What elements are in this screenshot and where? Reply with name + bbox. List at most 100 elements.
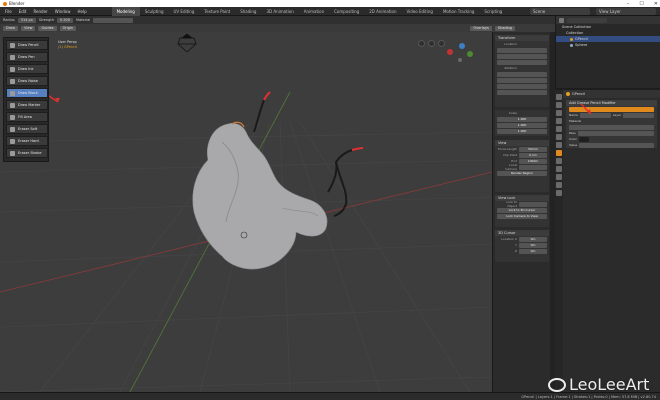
tool-fill-area[interactable]: Fill Area [6,112,48,122]
nav-gizmo[interactable] [447,43,473,62]
tab-compositing[interactable]: Compositing [329,7,364,16]
local-camera-field[interactable] [519,164,547,170]
tab-2d-animation[interactable]: 2D Animation [364,7,401,16]
viewport-overlay-text: User Persp (1) GPencil [58,40,77,50]
viewport-canvas[interactable] [0,32,492,392]
effects-properties-icon[interactable] [556,158,562,164]
modifier-properties-icon[interactable] [556,150,562,156]
focal-length-field[interactable]: 50mm [519,146,547,152]
guides-toggle[interactable]: Guides [38,25,57,31]
overlays-menu[interactable]: Overlays [470,25,492,31]
tool-draw-noise[interactable]: Draw Noise [6,76,48,86]
maximize-icon[interactable]: ☐ [639,1,643,7]
tool-draw-ink[interactable]: Draw Ink [6,64,48,74]
location-y-field[interactable] [497,53,547,59]
view-section: View Focal Length 50mm Clip Start 0.1m End… [495,140,549,192]
cursor-x-field[interactable]: 0m [519,236,547,242]
close-icon[interactable]: ✕ [654,1,658,7]
tool-draw-marker[interactable]: Draw Marker [6,100,48,110]
tab-3d-animation[interactable]: 3D Animation [261,7,298,16]
rotation-y-field[interactable] [497,77,547,83]
3d-viewport[interactable]: User Persp (1) GPencil [0,32,492,392]
material-properties-icon[interactable] [556,190,562,196]
origin-selector[interactable]: Origin [59,25,77,31]
cursor-x-label: Location X [501,237,517,241]
minimize-icon[interactable]: – [627,1,630,7]
shading-menu[interactable]: Shading [494,25,515,31]
zoom-icon[interactable] [418,40,425,47]
rotation-z-field[interactable] [497,83,547,89]
rotation-x-field[interactable] [497,71,547,77]
tab-video-editing[interactable]: Video Editing [402,7,438,16]
strength-field[interactable]: 0.500 [56,17,74,23]
tool-label: Draw Marker [18,103,41,107]
radius-field[interactable]: 314 px [17,17,36,23]
constraints-properties-icon[interactable] [556,174,562,180]
tab-uv-editing[interactable]: UV Editing [169,7,200,16]
camera-object-icon[interactable] [177,33,197,53]
physics-properties-icon[interactable] [556,166,562,172]
output-properties-icon[interactable] [556,110,562,116]
fill-icon [10,114,15,120]
menu-render[interactable]: Render [30,9,50,14]
scale-z-field[interactable]: 1.000 [497,128,547,134]
clip-end-field[interactable]: 1000m [519,158,547,164]
tool-properties-icon[interactable] [556,94,562,100]
pass-label: Pass [569,131,576,135]
tab-motion-tracking[interactable]: Motion Tracking [438,7,479,16]
location-x-field[interactable] [497,47,547,53]
object-properties-icon[interactable] [556,142,562,148]
tool-eraser-hard[interactable]: Eraser Hard [6,136,48,146]
cursor-y-field[interactable]: 0m [519,242,547,248]
render-region-checkbox[interactable]: Render Region [497,170,547,176]
object-data-icon[interactable] [556,182,562,188]
tool-eraser-stroke[interactable]: Eraser Stroke [6,148,48,158]
render-properties-icon[interactable] [556,102,562,108]
location-z-field[interactable] [497,59,547,65]
material-selector[interactable] [93,17,134,23]
menu-window[interactable]: Window [52,9,74,14]
cursor-z-field[interactable]: 0m [519,248,547,254]
outliner-editor-icon[interactable] [559,17,564,23]
pen-icon [10,54,15,60]
tool-draw-pen[interactable]: Draw Pen [6,52,48,62]
camera-view-icon[interactable] [438,40,445,47]
menu-help[interactable]: Help [74,9,89,14]
pass-field[interactable] [577,130,654,136]
rotation-mode-field[interactable] [497,89,547,95]
color-swatch[interactable] [578,136,589,142]
menu-file[interactable]: File [2,9,15,14]
view-menu[interactable]: View [21,25,36,31]
world-properties-icon[interactable] [556,134,562,140]
tool-draw-pencil[interactable]: Draw Pencil [6,40,48,50]
menu-edit[interactable]: Edit [16,9,30,14]
outliner-row-sphere[interactable]: Sphere [556,42,660,48]
view-layer-selector[interactable]: View Layer [596,8,656,15]
lock-camera-checkbox[interactable]: Lock Camera to View [497,213,547,219]
outliner-search-input[interactable] [567,17,607,23]
sculpted-mesh[interactable] [192,121,328,270]
lock-object-field[interactable] [519,201,547,207]
view-layer-icon[interactable] [556,118,562,124]
scale-y-field[interactable]: 1.000 [497,122,547,128]
tool-eraser-soft[interactable]: Eraser Soft [6,124,48,134]
weibo-logo-icon [548,377,566,392]
tab-sculpting[interactable]: Sculpting [140,7,169,16]
scene-selector[interactable]: Scene [530,8,590,15]
tab-modeling[interactable]: Modeling [111,6,140,16]
value-field[interactable] [579,142,654,148]
tool-draw-block[interactable]: Draw Block [6,88,48,98]
rotation-label: Rotation [504,66,517,70]
scene-properties-icon[interactable] [556,126,562,132]
tab-scripting[interactable]: Scripting [479,7,507,16]
local-camera-label: Local Camera [505,163,517,171]
pan-icon[interactable] [428,40,435,47]
clip-start-field[interactable]: 0.1m [519,152,547,158]
tab-shading[interactable]: Shading [235,7,261,16]
tab-texture-paint[interactable]: Texture Paint [199,7,235,16]
lock-3d-cursor-checkbox[interactable]: Lock to 3D Cursor [497,207,547,213]
mode-selector[interactable]: Draw [3,25,19,31]
outliner-panel: Scene Collection Collection GPencil Sphe… [555,16,660,88]
tab-animation[interactable]: Animation [299,7,329,16]
scale-x-field[interactable]: 1.000 [497,116,547,122]
